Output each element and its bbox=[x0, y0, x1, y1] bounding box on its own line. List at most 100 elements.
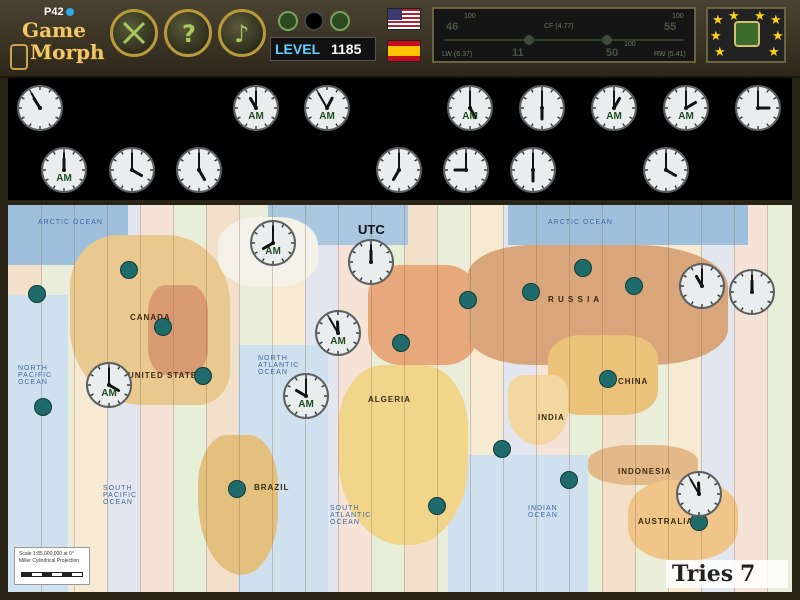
ocean-label: SOUTH ATLANTIC OCEAN bbox=[330, 505, 372, 526]
country-label: AUSTRALIA bbox=[638, 517, 694, 526]
tray-clock[interactable] bbox=[642, 146, 690, 194]
tray-clock[interactable] bbox=[509, 146, 557, 194]
star-icon: ★ bbox=[772, 28, 784, 43]
tray-clock[interactable] bbox=[518, 84, 566, 132]
help-button[interactable]: ? bbox=[164, 9, 212, 57]
logo-line1: Game bbox=[22, 18, 86, 42]
clock-ampm-label: AM bbox=[330, 336, 346, 347]
tray-clock[interactable] bbox=[108, 146, 156, 194]
timezone-line bbox=[437, 205, 438, 592]
clock-face-icon bbox=[109, 147, 155, 193]
level-label: LEVEL bbox=[275, 41, 321, 57]
placed-clock[interactable]: AM bbox=[85, 361, 133, 409]
stat-right-top: 55 bbox=[664, 21, 677, 33]
timezone-drop-target[interactable] bbox=[154, 318, 172, 336]
clock-hub bbox=[664, 168, 668, 172]
tray-clock[interactable]: AM bbox=[40, 146, 88, 194]
tray-clock[interactable]: AM bbox=[232, 84, 280, 132]
timezone-drop-target[interactable] bbox=[392, 334, 410, 352]
logo-badge: P42 bbox=[44, 6, 64, 18]
clock-ampm-label: AM bbox=[298, 399, 314, 410]
timezone-drop-target[interactable] bbox=[228, 480, 246, 498]
placed-clock[interactable] bbox=[728, 268, 776, 316]
timezone-drop-target[interactable] bbox=[625, 277, 643, 295]
clock-hub bbox=[304, 394, 308, 398]
tray-clock[interactable]: AM bbox=[662, 84, 710, 132]
tray-clock[interactable]: AM bbox=[303, 84, 351, 132]
country-label: R U S S I A bbox=[548, 295, 601, 304]
book-icon[interactable] bbox=[330, 11, 350, 31]
timezone-drop-target[interactable] bbox=[120, 261, 138, 279]
clock-ampm-label: AM bbox=[56, 173, 72, 184]
map-scale-legend: Scale 1:85,000,000 at 0° Miller Cylindri… bbox=[14, 547, 90, 585]
timezone-line bbox=[470, 205, 471, 592]
tray-clock[interactable] bbox=[442, 146, 490, 194]
placed-clock[interactable] bbox=[675, 470, 723, 518]
timezone-drop-target[interactable] bbox=[599, 370, 617, 388]
tray-clock[interactable] bbox=[375, 146, 423, 194]
clock-hub bbox=[107, 383, 111, 387]
spanish-flag[interactable] bbox=[387, 40, 421, 62]
timezone-drop-target[interactable] bbox=[522, 283, 540, 301]
star-icon: ★ bbox=[770, 12, 782, 27]
tray-clock[interactable]: AM bbox=[590, 84, 638, 132]
clock-face-icon bbox=[519, 85, 565, 131]
clock-hub bbox=[531, 168, 535, 172]
timezone-drop-target[interactable] bbox=[459, 291, 477, 309]
clock-hub bbox=[397, 168, 401, 172]
clock-hub bbox=[369, 260, 373, 264]
clock-hub bbox=[756, 106, 760, 110]
tray-clock[interactable] bbox=[734, 84, 782, 132]
timezone-line bbox=[767, 205, 768, 592]
clock-face-icon: AM bbox=[663, 85, 709, 131]
game-morph-logo[interactable]: P42 Game Morph bbox=[6, 4, 105, 70]
timezone-drop-target[interactable] bbox=[574, 259, 592, 277]
clock-face-icon: AM bbox=[304, 85, 350, 131]
clock-hub bbox=[271, 241, 275, 245]
tray-clock[interactable]: AM bbox=[446, 84, 494, 132]
clock-face-icon bbox=[510, 147, 556, 193]
timezone-drop-target[interactable] bbox=[560, 471, 578, 489]
clock-ampm-label: AM bbox=[265, 246, 281, 257]
timezone-drop-target[interactable] bbox=[34, 398, 52, 416]
svg-text:♪: ♪ bbox=[234, 20, 249, 47]
clock-face-icon bbox=[443, 147, 489, 193]
theme-toggle-icon[interactable] bbox=[304, 11, 324, 31]
timezone-drop-target[interactable] bbox=[428, 497, 446, 515]
timezone-drop-target[interactable] bbox=[28, 285, 46, 303]
placed-clock[interactable]: AM bbox=[314, 309, 362, 357]
tray-clock[interactable] bbox=[175, 146, 223, 194]
placed-clock[interactable]: AM bbox=[249, 219, 297, 267]
fullscreen-icon[interactable] bbox=[278, 11, 298, 31]
stat-left-top: 46 bbox=[446, 21, 459, 33]
country-label: INDIA bbox=[538, 413, 565, 422]
music-button[interactable]: ♪ bbox=[218, 9, 266, 57]
achievements-badge[interactable]: ★ ★ ★ ★ ★ ★ ★ ★ bbox=[706, 7, 786, 63]
placed-clock[interactable] bbox=[678, 262, 726, 310]
clock-face-icon: AM bbox=[233, 85, 279, 131]
south-america-land bbox=[198, 435, 278, 575]
tray-clock[interactable] bbox=[16, 84, 64, 132]
timezone-drop-target[interactable] bbox=[194, 367, 212, 385]
country-label: ALGERIA bbox=[368, 395, 411, 404]
clock-face-icon: AM bbox=[86, 362, 132, 408]
stat-knob bbox=[602, 35, 612, 45]
logo-hand-icon bbox=[10, 44, 28, 70]
placed-clock[interactable] bbox=[347, 238, 395, 286]
star-icon: ★ bbox=[714, 44, 726, 59]
country-label: BRAZIL bbox=[254, 483, 290, 492]
close-button[interactable] bbox=[110, 9, 158, 57]
timezone-line bbox=[635, 205, 636, 592]
country-label: CHINA bbox=[618, 377, 649, 386]
english-flag[interactable] bbox=[387, 8, 421, 30]
timezone-drop-target[interactable] bbox=[493, 440, 511, 458]
trophy-icon bbox=[734, 21, 760, 47]
placed-clock[interactable]: AM bbox=[282, 372, 330, 420]
stats-panel: 46 100 CF (4.77) 55 LW (6.37) 11 50 100 … bbox=[432, 7, 696, 63]
stat-right-label: RW (5.41) bbox=[654, 51, 686, 58]
clock-hub bbox=[38, 106, 42, 110]
level-value: 1185 bbox=[331, 41, 362, 57]
clock-hub bbox=[612, 106, 616, 110]
clock-face-icon: AM bbox=[283, 373, 329, 419]
tries-counter: Tries 7 bbox=[666, 560, 788, 588]
